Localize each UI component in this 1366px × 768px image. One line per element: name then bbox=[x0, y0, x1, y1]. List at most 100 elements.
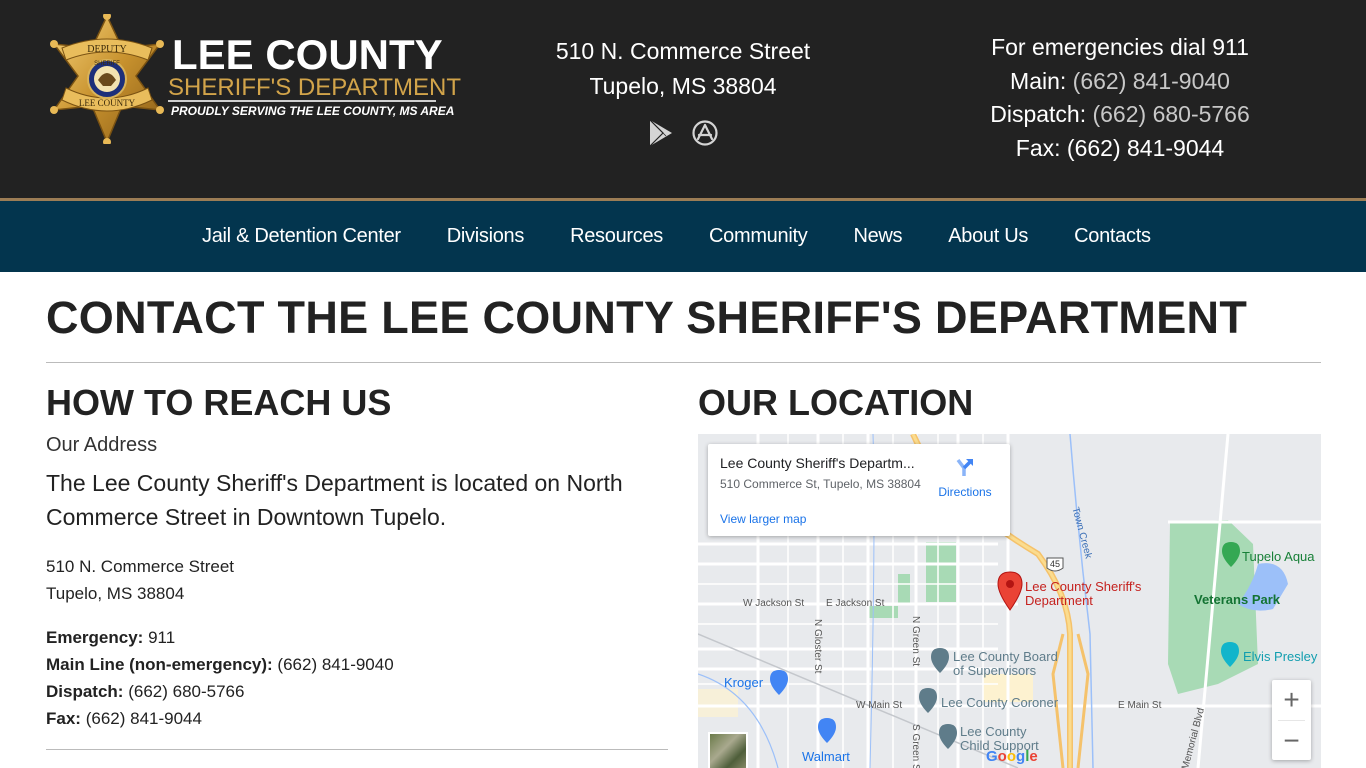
page-title: CONTACT THE LEE COUNTY SHERIFF'S DEPARTM… bbox=[46, 292, 1248, 343]
nav-item-jail-detention[interactable]: Jail & Detention Center bbox=[202, 225, 401, 248]
poi-line: Lee County Board bbox=[953, 649, 1058, 664]
dispatch-phone-link[interactable]: (662) 680-5766 bbox=[1092, 101, 1249, 127]
street-label: S Green St bbox=[910, 724, 921, 768]
street-label: E Jackson St bbox=[826, 598, 885, 609]
svg-text:45: 45 bbox=[1050, 559, 1060, 569]
header-address-line1: 510 N. Commerce Street bbox=[555, 38, 811, 64]
main-phone-line: Main: (662) 841-9040 bbox=[960, 65, 1280, 99]
poi-walmart[interactable]: Walmart bbox=[802, 750, 850, 764]
nav-item-resources[interactable]: Resources bbox=[570, 225, 663, 248]
main-phone-label: Main: bbox=[1010, 67, 1067, 94]
svg-text:LEE COUNTY: LEE COUNTY bbox=[79, 98, 136, 108]
map-info-card: Lee County Sheriff's Departm... 510 Comm… bbox=[708, 444, 1010, 536]
nav-item-community[interactable]: Community bbox=[709, 225, 808, 248]
main-phone-link[interactable]: (662) 841-9040 bbox=[1073, 68, 1230, 94]
nav-list: Jail & Detention Center Divisions Resour… bbox=[202, 201, 1151, 272]
poi-elvis-presley[interactable]: Elvis Presley bbox=[1243, 650, 1317, 664]
phone-value: (662) 841-9044 bbox=[85, 709, 202, 728]
address-block: 510 N. Commerce Street Tupelo, MS 38804 bbox=[46, 553, 234, 607]
view-larger-map-link[interactable]: View larger map bbox=[720, 512, 806, 526]
directions-button[interactable]: Directions bbox=[936, 456, 994, 499]
info-card-address: 510 Commerce St, Tupelo, MS 38804 bbox=[720, 477, 921, 491]
logo-title: LEE COUNTY bbox=[172, 31, 443, 78]
app-store-icon[interactable] bbox=[690, 118, 720, 148]
logo-subtitle: SHERIFF'S DEPARTMENT bbox=[168, 74, 462, 101]
poi-veterans-park[interactable]: Veterans Park bbox=[1194, 593, 1280, 607]
poi-sheriff[interactable]: Lee County Sheriff's Department bbox=[1025, 580, 1141, 608]
satellite-toggle[interactable] bbox=[708, 732, 748, 768]
nav-item-news[interactable]: News bbox=[853, 225, 902, 248]
nav-item-about-us[interactable]: About Us bbox=[948, 225, 1028, 248]
poi-aquarium[interactable]: Tupelo Aqua bbox=[1242, 550, 1315, 564]
top-header: DEPUTY LEE COUNTY SHERIFF LEE COUNTY SHE… bbox=[0, 0, 1366, 198]
how-to-reach-section: HOW TO REACH US Our Address The Lee Coun… bbox=[46, 380, 668, 750]
site-logo[interactable]: DEPUTY LEE COUNTY SHERIFF LEE COUNTY SHE… bbox=[48, 14, 461, 146]
embedded-map[interactable]: 45 W Jackson St E Jackson St N Gloster S… bbox=[698, 434, 1321, 768]
phone-row-dispatch: Dispatch: (662) 680-5766 bbox=[46, 678, 394, 705]
svg-text:SHERIFF: SHERIFF bbox=[94, 61, 120, 67]
poi-board-supervisors[interactable]: Lee County Board of Supervisors bbox=[953, 650, 1058, 678]
play-store-icon[interactable] bbox=[646, 118, 676, 148]
google-logo-letter: G bbox=[986, 748, 998, 765]
zoom-out-button[interactable]: − bbox=[1272, 721, 1311, 760]
fax-label: Fax: bbox=[1015, 134, 1061, 161]
address-line1: 510 N. Commerce Street bbox=[46, 557, 235, 576]
street-label: W Jackson St bbox=[743, 598, 805, 609]
phone-row-fax: Fax: (662) 841-9044 bbox=[46, 705, 394, 732]
reach-heading: HOW TO REACH US bbox=[46, 382, 392, 423]
our-address-label: Our Address bbox=[46, 434, 158, 456]
logo-divider bbox=[168, 100, 436, 102]
sheriff-badge-icon: DEPUTY LEE COUNTY SHERIFF bbox=[50, 14, 164, 144]
phone-row-main: Main Line (non-emergency): (662) 841-904… bbox=[46, 651, 394, 678]
poi-sheriff-line1: Lee County Sheriff's bbox=[1025, 579, 1142, 594]
phone-value: (662) 841-9040 bbox=[277, 655, 394, 674]
location-heading: OUR LOCATION bbox=[698, 382, 974, 423]
main-nav: Jail & Detention Center Divisions Resour… bbox=[0, 201, 1366, 272]
phone-row-emergency: Emergency: 911 bbox=[46, 624, 394, 651]
street-label: E Main St bbox=[1118, 700, 1162, 711]
phone-label: Dispatch: bbox=[46, 682, 124, 701]
poi-kroger[interactable]: Kroger bbox=[724, 676, 763, 690]
google-logo-letter: o bbox=[1006, 748, 1017, 765]
phone-label: Emergency: bbox=[46, 628, 144, 647]
poi-sheriff-line2: Department bbox=[1025, 593, 1093, 608]
address-line2: Tupelo, MS 38804 bbox=[46, 584, 185, 603]
nav-item-divisions[interactable]: Divisions bbox=[447, 225, 525, 248]
header-address-line2: Tupelo, MS 38804 bbox=[589, 73, 777, 99]
google-logo-letter: g bbox=[1016, 748, 1026, 765]
app-store-links bbox=[640, 118, 730, 154]
street-label: N Gloster St bbox=[812, 619, 823, 674]
street-label: W Main St bbox=[856, 700, 903, 711]
svg-text:DEPUTY: DEPUTY bbox=[87, 44, 126, 55]
poi-line: Lee County bbox=[960, 724, 1027, 739]
google-logo-text: Google bbox=[986, 748, 1038, 765]
logo-tagline: PROUDLY SERVING THE LEE COUNTY, MS AREA bbox=[171, 104, 455, 118]
zoom-in-button[interactable]: + bbox=[1272, 680, 1311, 719]
directions-label: Directions bbox=[938, 485, 992, 499]
phone-list: Emergency: 911 Main Line (non-emergency)… bbox=[46, 624, 394, 732]
dispatch-phone-line: Dispatch: (662) 680-5766 bbox=[960, 98, 1280, 132]
street-label: N Green St bbox=[910, 616, 921, 667]
directions-icon bbox=[956, 458, 973, 476]
google-logo-letter: e bbox=[1029, 748, 1038, 765]
header-address: 510 N. Commerce Street Tupelo, MS 38804 bbox=[540, 34, 826, 104]
emergency-line: For emergencies dial 911 bbox=[991, 34, 1249, 60]
fax-line: Fax: (662) 841-9044 bbox=[960, 132, 1280, 166]
dispatch-phone-label: Dispatch: bbox=[990, 101, 1087, 127]
info-card-title: Lee County Sheriff's Departm... bbox=[720, 455, 915, 471]
nav-item-contacts[interactable]: Contacts bbox=[1074, 225, 1151, 248]
poi-line: of Supervisors bbox=[953, 663, 1037, 678]
location-description: The Lee County Sheriff's Department is l… bbox=[46, 470, 623, 530]
poi-coroner[interactable]: Lee County Coroner bbox=[941, 696, 1058, 710]
phone-value: 911 bbox=[148, 628, 176, 647]
fax-number: (662) 841-9044 bbox=[1066, 134, 1225, 161]
phone-label: Main Line (non-emergency): bbox=[46, 655, 273, 674]
google-logo-letter: o bbox=[997, 748, 1007, 765]
phone-label: Fax: bbox=[46, 709, 81, 728]
phone-value: (662) 680-5766 bbox=[128, 682, 245, 701]
map-zoom-control: + − bbox=[1272, 680, 1311, 760]
header-contacts: For emergencies dial 911 Main: (662) 841… bbox=[960, 31, 1280, 165]
title-divider bbox=[46, 362, 1321, 363]
our-location-section: OUR LOCATION bbox=[698, 380, 1321, 426]
section-divider bbox=[46, 749, 668, 750]
